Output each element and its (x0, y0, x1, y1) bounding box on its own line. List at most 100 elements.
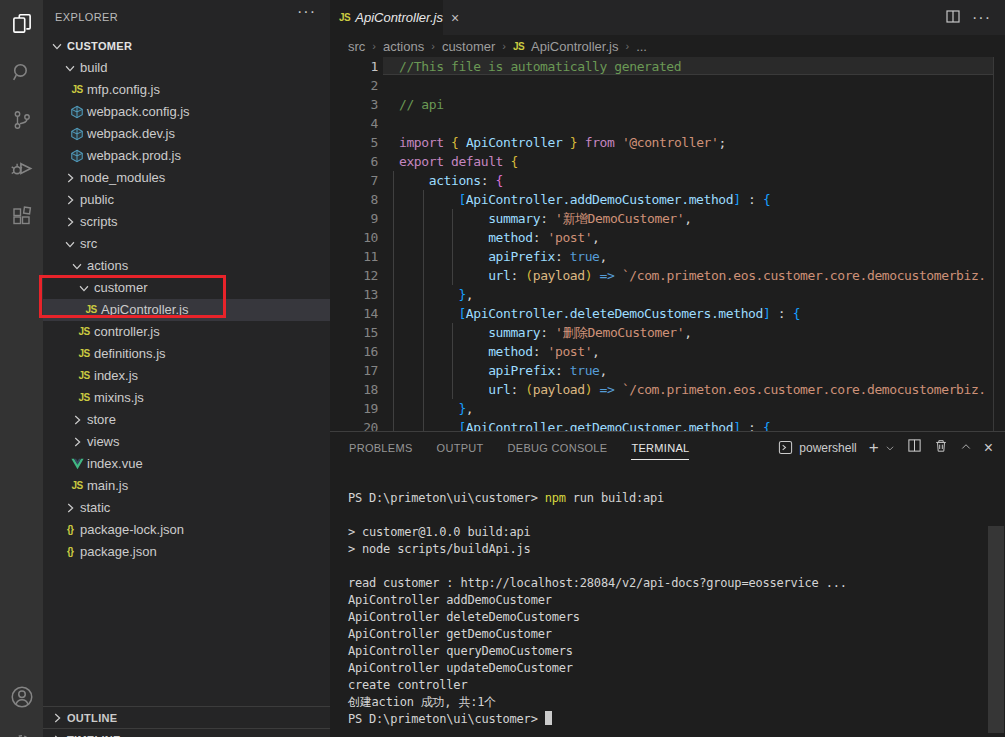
activity-bar (0, 0, 43, 737)
panel-actions: powershell + × (778, 432, 993, 463)
tree-item-label: index.vue (87, 453, 143, 475)
js-file-icon: JS (76, 390, 92, 406)
code-text: }, (399, 285, 473, 304)
panel-tab-output[interactable]: OUTPUT (437, 432, 484, 463)
activitybar-source-control-icon[interactable] (0, 96, 43, 144)
tree-item-label: webpack.dev.js (87, 123, 175, 145)
terminal-line: ApiController getDemoCustomer (348, 626, 1005, 643)
terminal-dropdown-icon[interactable] (885, 439, 895, 457)
tree-item-scripts[interactable]: scripts (43, 211, 330, 233)
indent-guide (393, 399, 394, 418)
breadcrumb-item[interactable]: ApiController.js (531, 39, 618, 54)
code-line-5: 5import { ApiController } from '@control… (330, 133, 1005, 152)
activitybar-account-icon[interactable] (0, 673, 43, 721)
new-terminal-icon[interactable]: + (869, 438, 879, 458)
json-file-icon: {} (62, 544, 78, 560)
maximize-panel-icon[interactable] (960, 439, 972, 457)
tree-item-label: actions (87, 255, 128, 277)
tab-apicontroller[interactable]: JS ApiController.js × (330, 0, 443, 35)
code-line-16: 16 method: 'post', (330, 342, 1005, 361)
activitybar-settings-gear-icon[interactable] (0, 719, 43, 737)
terminal-line: PS D:\primeton\ui\customer> npm run buil… (348, 490, 1005, 507)
indent-guide (393, 247, 394, 266)
chevron-down-icon (49, 38, 65, 54)
tab-close-icon[interactable]: × (451, 10, 459, 26)
close-panel-icon[interactable]: × (984, 439, 993, 457)
breadcrumb-item[interactable]: src (348, 39, 365, 54)
panel-tab-debug-console[interactable]: DEBUG CONSOLE (508, 432, 608, 463)
tree-item-controller-js[interactable]: JScontroller.js (43, 321, 330, 343)
split-terminal-icon[interactable] (907, 438, 922, 457)
tree-item-definitions-js[interactable]: JSdefinitions.js (43, 343, 330, 365)
tree-item-static[interactable]: static (43, 497, 330, 519)
tree-item-store[interactable]: store (43, 409, 330, 431)
activitybar-search-icon[interactable] (0, 48, 43, 96)
tree-item-webpack-dev-js[interactable]: webpack.dev.js (43, 123, 330, 145)
sidebar-section-timeline[interactable]: TIMELINE (43, 728, 330, 737)
sidebar-title: EXPLORER (55, 11, 118, 23)
code-text: [ApiController.deleteDemoCustomers.metho… (399, 304, 800, 323)
shell-select-dropdown[interactable]: powershell (778, 440, 856, 455)
chevron-right-icon (62, 500, 78, 516)
terminal-line: ApiController updateDemoCustomer (348, 660, 1005, 677)
breadcrumb-item[interactable]: actions (383, 39, 424, 54)
tree-item-label: package.json (80, 541, 157, 563)
tree-item-public[interactable]: public (43, 189, 330, 211)
line-number: 12 (330, 266, 378, 285)
tree-item-mfp-config-js[interactable]: JSmfp.config.js (43, 79, 330, 101)
tree-item-main-js[interactable]: JSmain.js (43, 475, 330, 497)
tree-item-label: controller.js (94, 321, 160, 343)
terminal-scrollbar[interactable] (988, 526, 1004, 733)
breadcrumb-item[interactable]: ... (636, 39, 647, 54)
line-number: 13 (330, 285, 378, 304)
chevron-right-icon (49, 710, 65, 726)
webpack-file-icon (69, 148, 85, 164)
activitybar-extensions-icon[interactable] (0, 192, 43, 240)
terminal-output[interactable]: PS D:\primeton\ui\customer> npm run buil… (348, 490, 1005, 737)
breadcrumb-item[interactable]: customer (442, 39, 495, 54)
terminal-line: > node scripts/buildApi.js (348, 541, 1005, 558)
editor-more-icon[interactable]: ··· (972, 9, 991, 27)
tree-item-label: CUSTOMER (67, 35, 132, 57)
sidebar-more-icon[interactable]: ··· (297, 3, 316, 21)
tree-item-webpack-config-js[interactable]: webpack.config.js (43, 101, 330, 123)
tree-item-mixins-js[interactable]: JSmixins.js (43, 387, 330, 409)
tree-item-actions[interactable]: actions (43, 255, 330, 277)
tree-item-package-lock-json[interactable]: {}package-lock.json (43, 519, 330, 541)
js-file-icon: JS (76, 368, 92, 384)
terminal-cursor (545, 711, 552, 725)
tree-item-label: definitions.js (94, 343, 166, 365)
section-label: OUTLINE (67, 712, 117, 724)
activitybar-explorer-icon[interactable] (0, 0, 43, 48)
js-file-icon: JS (69, 82, 85, 98)
kill-terminal-icon[interactable] (934, 438, 948, 457)
tree-item-build[interactable]: build (43, 57, 330, 79)
tree-item-label: scripts (80, 211, 118, 233)
webpack-file-icon (69, 126, 85, 142)
tree-item-label: static (80, 497, 110, 519)
code-line-7: 7 actions: { (330, 171, 1005, 190)
code-editor[interactable]: 1//This file is automatically generated2… (330, 57, 1005, 431)
code-line-6: 6export default { (330, 152, 1005, 171)
line-number: 1 (330, 57, 378, 76)
code-line-18: 18 url: (payload) => `/com.primeton.eos.… (330, 380, 1005, 399)
split-editor-icon[interactable] (945, 8, 961, 28)
panel-tab-terminal[interactable]: TERMINAL (631, 432, 689, 463)
tree-item-label: webpack.prod.js (87, 145, 181, 167)
tree-item-webpack-prod-js[interactable]: webpack.prod.js (43, 145, 330, 167)
tree-item-package-json[interactable]: {}package.json (43, 541, 330, 563)
sidebar-section-outline[interactable]: OUTLINE (43, 706, 330, 728)
tree-item-index-vue[interactable]: index.vue (43, 453, 330, 475)
activitybar-run-debug-icon[interactable] (0, 144, 43, 192)
line-number: 2 (330, 76, 378, 95)
tree-item-customer[interactable]: CUSTOMER (43, 35, 330, 57)
indent-guide (393, 228, 394, 247)
tree-item-views[interactable]: views (43, 431, 330, 453)
section-label: TIMELINE (67, 734, 121, 737)
tree-item-src[interactable]: src (43, 233, 330, 255)
tree-item-index-js[interactable]: JSindex.js (43, 365, 330, 387)
tree-item-node-modules[interactable]: node_modules (43, 167, 330, 189)
line-number: 16 (330, 342, 378, 361)
shell-label: powershell (799, 441, 856, 455)
panel-tab-problems[interactable]: PROBLEMS (349, 432, 413, 463)
